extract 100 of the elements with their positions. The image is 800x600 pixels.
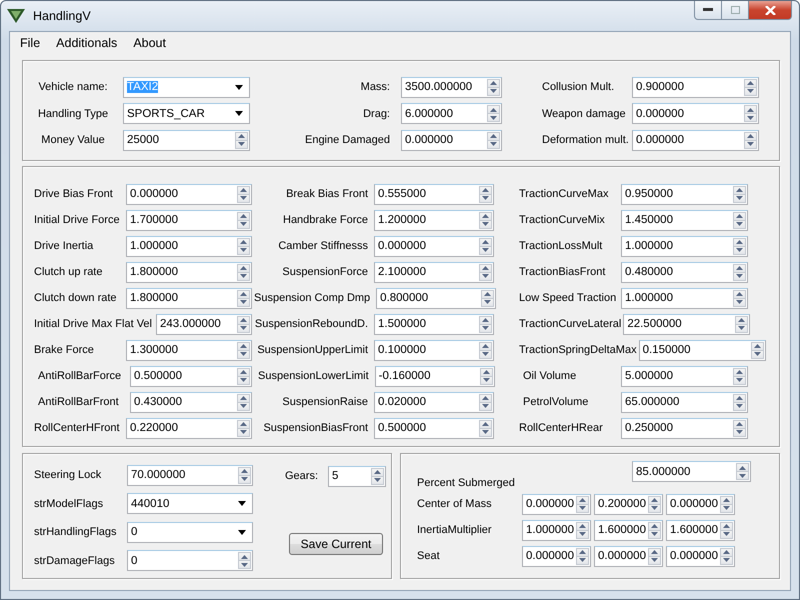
spin-box[interactable]: 70.000000 [127,464,253,486]
spin-box[interactable]: 0.000000 [522,546,591,566]
field-label: Center of Mass [417,498,493,510]
spin-box[interactable]: 2.100000 [374,262,494,282]
spin-box[interactable]: 0.220000 [126,418,252,438]
spin-box[interactable]: 85.000000 [632,461,751,482]
down-arrow-icon [723,532,730,536]
spin-box[interactable]: 0 [127,550,253,572]
up-arrow-icon [651,498,658,502]
menu-item[interactable]: File [12,36,48,50]
spin-box[interactable]: 1.500000 [374,314,494,334]
spin-box[interactable]: 0.500000 [374,418,494,438]
spin-box[interactable]: 1.600000 [666,520,735,540]
spin-box[interactable]: 1.800000 [126,262,252,282]
spin-box[interactable]: 0.000000 [401,130,502,151]
up-arrow-icon [736,266,743,270]
down-arrow-button[interactable] [487,114,500,122]
spin-box[interactable]: 0.000000 [666,494,735,514]
up-arrow-icon [490,108,497,112]
spin-box[interactable]: 0.500000 [130,366,252,386]
spin-box[interactable]: 0.000000 [632,103,759,124]
spin-box[interactable]: -0.160000 [374,366,495,386]
spin-box[interactable]: 0.950000 [621,184,748,204]
spin-box[interactable]: 0.000000 [666,546,735,566]
field-label: Clutch up rate [34,266,104,278]
up-arrow-icon [240,240,247,244]
spin-box[interactable]: 22.500000 [623,314,750,334]
menu-item[interactable]: About [125,36,174,50]
caret-icon [235,84,243,90]
spin-box[interactable]: 25000 [123,130,250,151]
spin-box[interactable]: 6.000000 [401,103,502,124]
spin-box[interactable]: 1.600000 [594,520,663,540]
up-arrow-icon [482,370,490,374]
down-arrow-icon [482,326,489,330]
down-arrow-icon [482,274,489,278]
spin-box[interactable]: 0.200000 [594,494,663,514]
up-arrow-icon [240,422,247,426]
down-arrow-icon [738,326,746,330]
down-arrow-button[interactable] [736,472,749,480]
down-arrow-icon [240,326,247,330]
field-label: Collusion Mult. [542,81,616,94]
spin-box[interactable]: 0.020000 [374,392,494,412]
spin-box[interactable]: 1.200000 [374,210,494,230]
spin-box[interactable]: 0.000000 [594,546,663,566]
field-label: Gears: [285,470,318,482]
spin-box[interactable]: 1.000000 [621,288,748,308]
spin-box[interactable]: 1.700000 [126,210,252,230]
window-title: HandlingV [33,9,91,23]
up-arrow-icon [651,524,658,528]
spin-box[interactable]: 1.300000 [126,340,252,360]
dropdown-field[interactable]: SPORTS_CAR [123,103,250,124]
menu-item[interactable]: Additionals [48,36,126,50]
minimize-button[interactable] [694,1,722,20]
spin-box[interactable]: 0.000000 [374,236,494,256]
field-label: Weapon damage [542,108,627,120]
up-arrow-icon [240,266,247,270]
down-arrow-icon [651,532,658,536]
up-arrow-icon [747,108,754,112]
up-arrow-icon [736,396,743,400]
spin-box[interactable]: 1.000000 [621,236,748,256]
spin-box[interactable]: 3500.000000 [401,76,502,98]
spin-box[interactable]: 0.100000 [374,340,494,360]
up-arrow-icon [482,240,489,244]
spin-box[interactable]: 0.000000 [522,494,591,514]
spin-box[interactable]: 1.000000 [126,236,252,256]
dropdown-field[interactable]: 0 [127,522,253,543]
save-button[interactable]: Save Current [289,533,383,555]
spin-box[interactable]: 5.000000 [621,366,748,386]
spin-box[interactable]: 65.000000 [621,392,748,412]
close-button[interactable] [749,1,792,20]
spin-box[interactable]: 0.900000 [632,76,759,98]
spin-box[interactable]: 243.000000 [156,314,252,334]
up-arrow-icon [736,240,743,244]
down-arrow-icon [736,300,743,304]
up-arrow-icon [482,188,489,192]
down-arrow-icon [240,222,247,226]
spin-box[interactable]: 0.000000 [126,184,252,204]
spin-box[interactable]: 0.480000 [621,262,748,282]
down-arrow-icon [240,274,247,278]
down-arrow-icon [374,478,382,482]
spin-box[interactable]: 0.555000 [374,184,494,204]
spin-box[interactable]: 0.150000 [638,340,766,360]
dropdown-field[interactable]: 440010 [127,493,253,514]
field-label: RollCenterHRear [519,422,604,434]
down-arrow-button[interactable] [238,561,251,570]
spin-box[interactable]: 0.250000 [621,418,748,438]
field-label: Seat [417,550,441,562]
spin-box[interactable]: 1.800000 [126,288,252,308]
caret-icon [238,530,246,535]
spin-box[interactable]: 0.000000 [632,130,759,151]
up-arrow-icon [723,550,730,554]
spin-box[interactable]: 1.000000 [522,520,591,540]
field-label: strDamageFlags [34,554,116,567]
spin-box[interactable]: 0.800000 [376,288,496,308]
spin-box[interactable]: 0.430000 [130,392,252,412]
down-arrow-icon [240,430,247,434]
down-arrow-icon [482,404,489,408]
spin-box[interactable]: 5 [328,466,386,486]
spin-box[interactable]: 1.450000 [621,210,748,230]
down-arrow-button[interactable] [744,114,757,122]
